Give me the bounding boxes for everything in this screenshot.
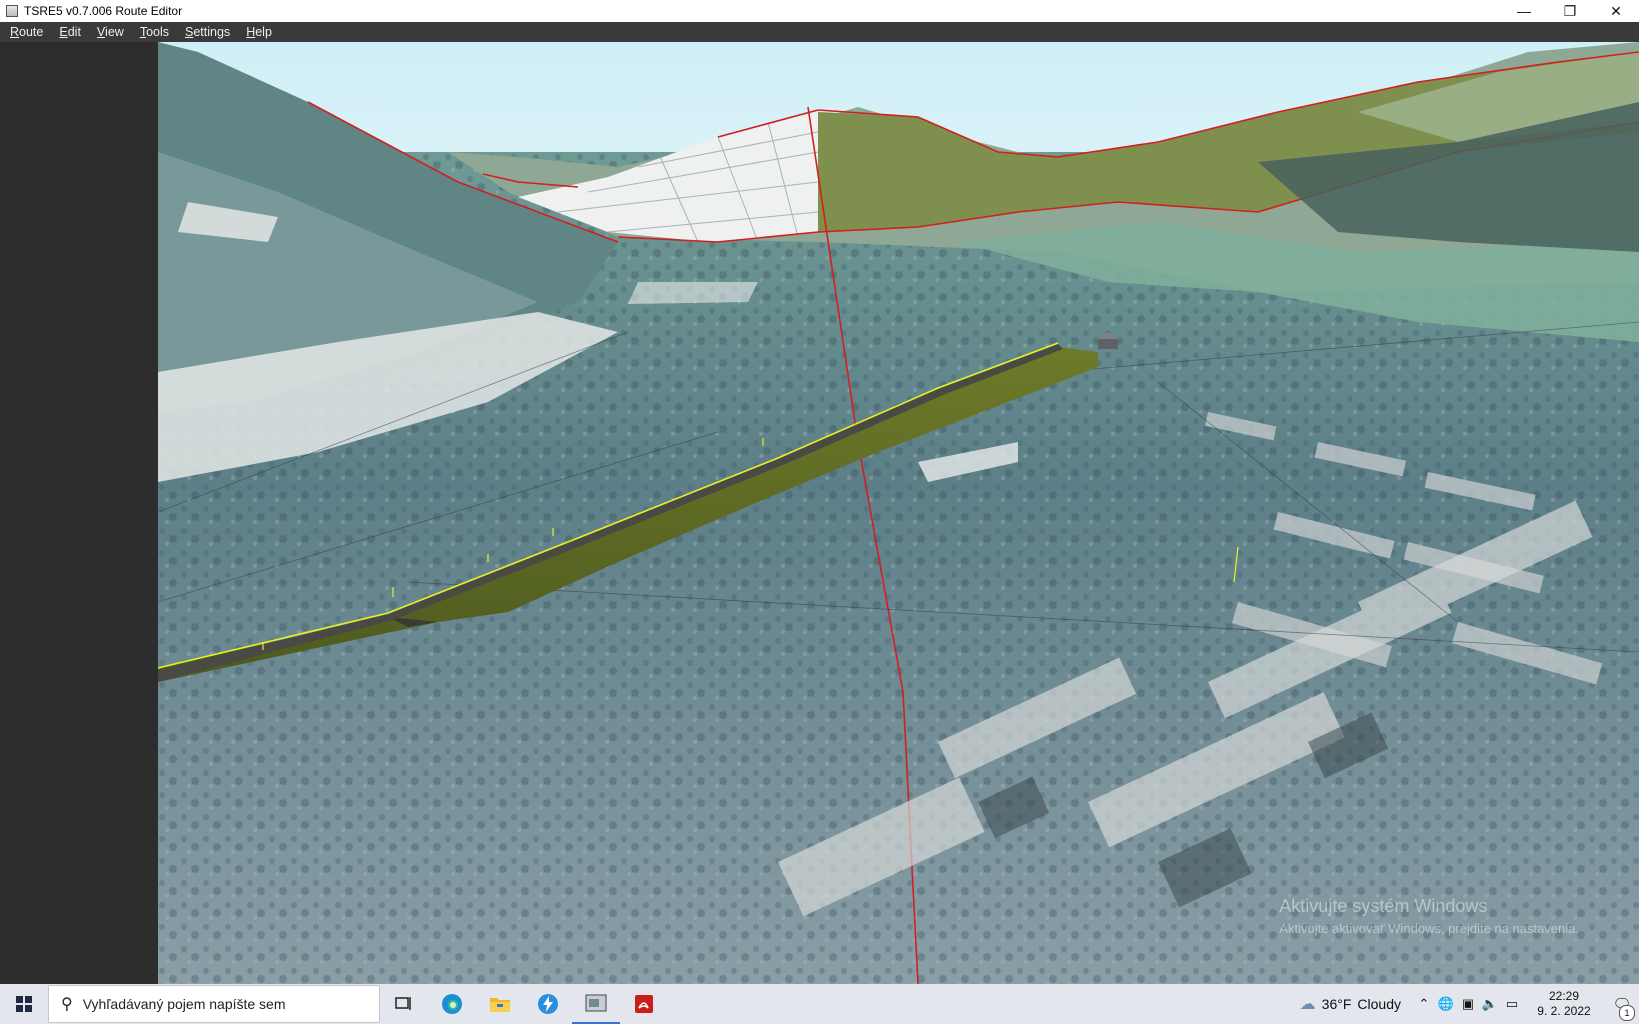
system-tray: ☁ 36°F Cloudy ⌃ 🌐 ▣ 🔈 ▭ 22:29 9. 2. 2022… xyxy=(1300,984,1639,1024)
menu-view[interactable]: View xyxy=(87,25,130,39)
route-editor-taskbar-icon[interactable] xyxy=(572,984,620,1024)
taskbar-search[interactable]: ⚲ Vyhľadávaný pojem napíšte sem xyxy=(48,985,380,1023)
window-title: TSRE5 v0.7.006 Route Editor xyxy=(24,4,183,18)
activation-watermark: Aktivujte systém Windows Aktivujte aktiv… xyxy=(1279,896,1579,936)
bolt-app-icon[interactable] xyxy=(524,984,572,1024)
search-placeholder: Vyhľadávaný pojem napíšte sem xyxy=(82,996,286,1012)
close-button[interactable]: ✕ xyxy=(1593,0,1639,22)
watermark-title: Aktivujte systém Windows xyxy=(1279,896,1488,916)
cloud-icon: ☁ xyxy=(1299,996,1316,1013)
battery-icon[interactable]: ▭ xyxy=(1501,996,1523,1012)
notification-center-icon[interactable]: 🗨 1 xyxy=(1605,995,1639,1021)
terrain-scene[interactable] xyxy=(158,42,1639,984)
weather-temperature: 36°F xyxy=(1321,996,1352,1012)
taskbar: ⚲ Vyhľadávaný pojem napíšte sem ☁ 36°F C… xyxy=(0,984,1639,1024)
globe-icon[interactable]: 🌐 xyxy=(1435,996,1457,1012)
start-button[interactable] xyxy=(0,984,48,1024)
maximize-button[interactable]: ❐ xyxy=(1547,0,1593,22)
file-explorer-icon[interactable] xyxy=(476,984,524,1024)
speaker-icon[interactable]: 🔈 xyxy=(1479,996,1501,1012)
weather-widget[interactable]: ☁ 36°F Cloudy xyxy=(1300,994,1401,1014)
menu-tools[interactable]: Tools xyxy=(130,25,175,39)
pdf-reader-icon[interactable] xyxy=(620,984,668,1024)
menu-route[interactable]: Route xyxy=(0,25,49,39)
notification-badge: 1 xyxy=(1619,1005,1635,1021)
clock-date: 9. 2. 2022 xyxy=(1537,1004,1591,1018)
clock[interactable]: 22:29 9. 2. 2022 xyxy=(1523,989,1605,1019)
app-icon xyxy=(6,5,18,17)
search-icon: ⚲ xyxy=(61,996,73,1013)
title-bar: TSRE5 v0.7.006 Route Editor — ❐ ✕ xyxy=(0,0,1639,22)
windows-logo-icon xyxy=(16,996,32,1012)
weather-condition: Cloudy xyxy=(1357,996,1401,1012)
left-panel xyxy=(0,42,158,984)
chevron-up-icon[interactable]: ⌃ xyxy=(1413,996,1435,1012)
3d-viewport[interactable]: Aktivujte systém Windows Aktivujte aktiv… xyxy=(158,42,1639,984)
network-icon[interactable]: ▣ xyxy=(1457,996,1479,1012)
menu-settings[interactable]: Settings xyxy=(175,25,236,39)
menu-bar: Route Edit View Tools Settings Help xyxy=(0,22,1639,42)
watermark-subtitle: Aktivujte aktivovať Windows, prejdite na… xyxy=(1279,921,1579,936)
minimize-button[interactable]: — xyxy=(1501,0,1547,22)
menu-edit[interactable]: Edit xyxy=(49,25,87,39)
menu-help[interactable]: Help xyxy=(236,25,278,39)
clock-time: 22:29 xyxy=(1548,989,1580,1003)
task-view-icon[interactable] xyxy=(380,984,428,1024)
edge-browser-icon[interactable] xyxy=(428,984,476,1024)
